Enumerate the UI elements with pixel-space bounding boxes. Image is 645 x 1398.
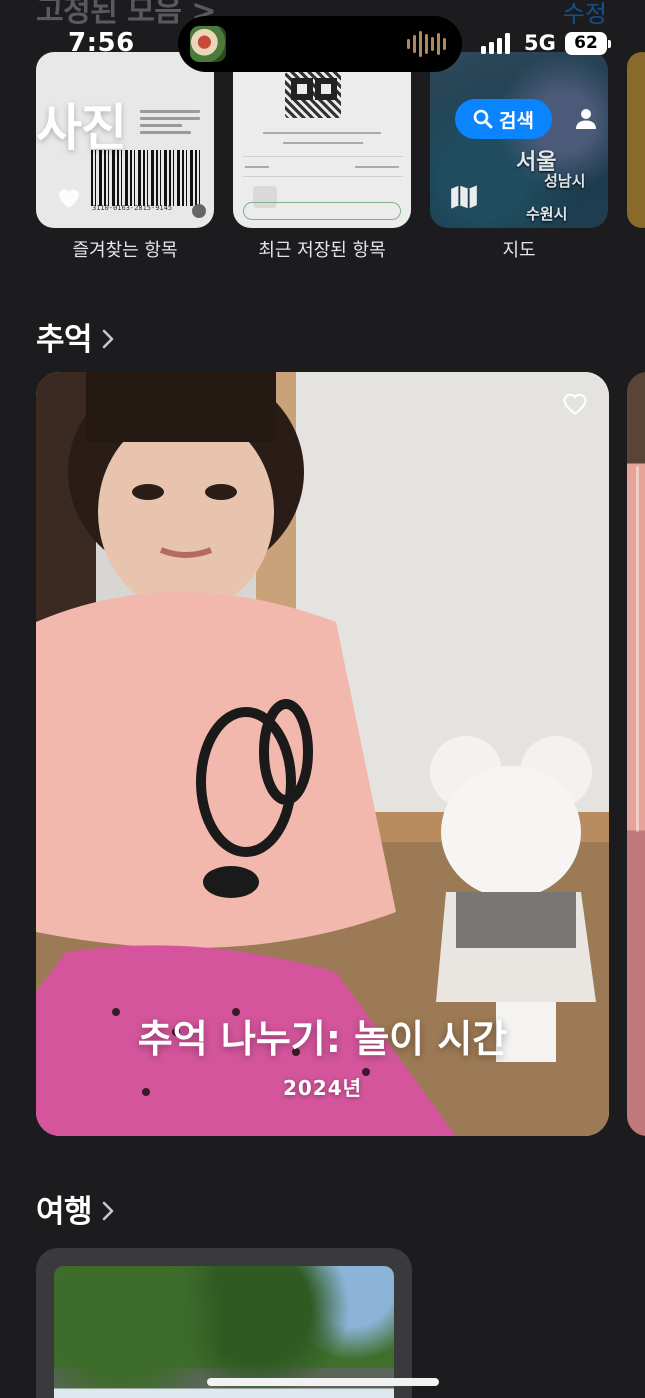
map-tile[interactable]: 서울 성남시 수원시 <box>430 52 608 228</box>
memories-section-header[interactable]: 추억 <box>36 314 114 359</box>
map-label-suwon: 수원시 <box>526 205 568 223</box>
photos-app-screen: 고정된 모음 > 수정 3110-0163-2815-9145 서울 성남시 수… <box>0 0 645 1398</box>
memory-subtitle: 2024년 <box>282 1076 363 1100</box>
status-time: 7:56 <box>68 28 135 58</box>
trips-section-header[interactable]: 여행 <box>36 1186 114 1231</box>
heart-icon[interactable] <box>561 390 589 416</box>
memories-section-title: 추억 <box>36 322 93 358</box>
person-icon <box>576 109 596 129</box>
chevron-right-icon <box>102 329 114 348</box>
favorites-tile-label: 즐겨찾는 항목 <box>72 240 178 261</box>
battery-icon: 62 <box>565 32 607 55</box>
dynamic-island[interactable] <box>178 16 462 72</box>
map-label-seongnam: 성남시 <box>544 172 586 190</box>
edit-button[interactable]: 수정 <box>563 0 607 29</box>
qr-code-image <box>285 72 341 118</box>
recently-saved-tile[interactable] <box>233 52 411 228</box>
cellular-signal-icon <box>481 32 510 54</box>
chevron-right-icon <box>102 1201 114 1220</box>
battery-tip <box>608 40 611 48</box>
audio-waveform-icon <box>407 31 446 57</box>
ticket-number: 3110-0163-2815-9145 <box>92 204 173 212</box>
map-icon <box>451 185 477 209</box>
search-icon <box>473 109 493 129</box>
search-button[interactable]: 검색 <box>455 99 552 139</box>
heart-filled-icon <box>59 189 79 208</box>
now-playing-thumbnail <box>190 26 226 62</box>
home-indicator[interactable] <box>207 1378 439 1386</box>
trip-card[interactable] <box>36 1248 412 1398</box>
ticket-action-pill <box>243 202 401 220</box>
badge-dot <box>192 204 206 218</box>
ticket-text-lines <box>140 110 200 140</box>
profile-button[interactable] <box>566 99 606 139</box>
page-title: 사진 <box>36 99 127 157</box>
network-type: 5G <box>524 31 556 55</box>
memory-card[interactable]: 추억 나누기: 놀이 시간 2024년 <box>36 372 609 1136</box>
recently-saved-tile-label: 최근 저장된 항목 <box>258 240 386 261</box>
map-tile-label: 지도 <box>502 240 536 261</box>
search-button-label: 검색 <box>499 109 534 132</box>
scroll-indicator[interactable] <box>636 466 639 832</box>
next-collection-tile-peek[interactable] <box>627 52 645 228</box>
memory-title: 추억 나누기: 놀이 시간 <box>137 1017 508 1061</box>
trips-section-title: 여행 <box>36 1194 93 1230</box>
